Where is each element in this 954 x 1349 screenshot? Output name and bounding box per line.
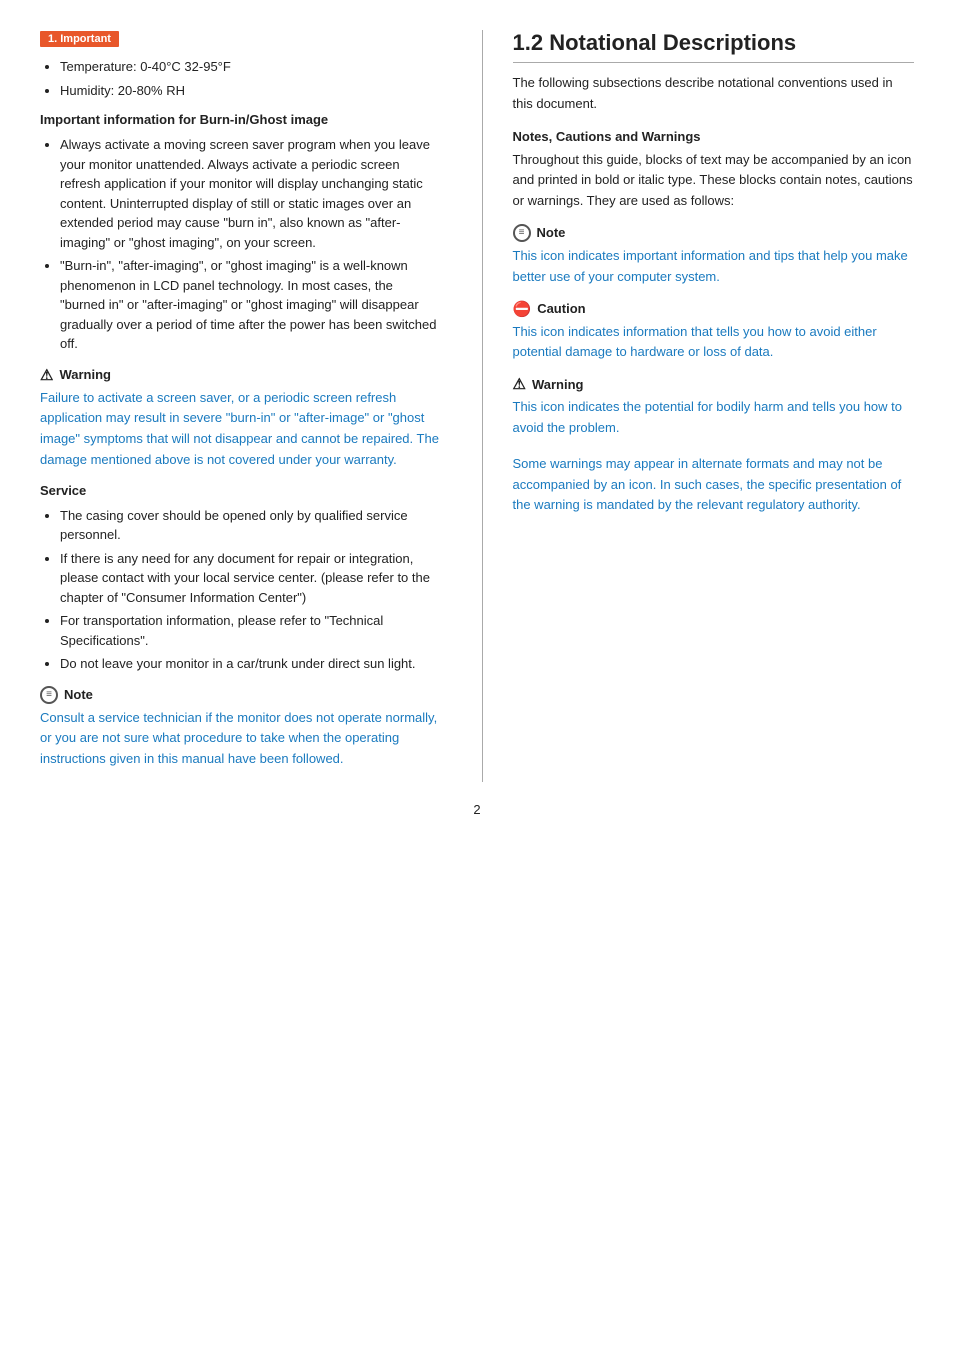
note-text-right: This icon indicates important informatio… xyxy=(513,246,915,288)
service-item-2: If there is any need for any document fo… xyxy=(60,549,442,608)
right-column: 1.2 Notational Descriptions The followin… xyxy=(482,30,915,782)
warning-title-1: ⚠ Warning xyxy=(40,366,442,384)
burn-list: Always activate a moving screen saver pr… xyxy=(40,135,442,354)
warning-text-1: Failure to activate a screen saver, or a… xyxy=(40,388,442,471)
burn-item-2: "Burn-in", "after-imaging", or "ghost im… xyxy=(60,256,442,354)
service-item-4: Do not leave your monitor in a car/trunk… xyxy=(60,654,442,674)
page-number: 2 xyxy=(40,802,914,817)
env-list: Temperature: 0-40°C 32-95°F Humidity: 20… xyxy=(40,57,442,100)
warning-icon-1: ⚠ xyxy=(40,366,53,384)
notes-cautions-intro: Throughout this guide, blocks of text ma… xyxy=(513,150,915,212)
caution-text-right: This icon indicates information that tel… xyxy=(513,322,915,364)
caution-block-right: ⛔ Caution This icon indicates informatio… xyxy=(513,300,915,364)
warning-block-1: ⚠ Warning Failure to activate a screen s… xyxy=(40,366,442,471)
section-title: 1.2 Notational Descriptions xyxy=(513,30,915,63)
section-tag: 1. Important xyxy=(40,31,119,47)
service-item-3: For transportation information, please r… xyxy=(60,611,442,650)
note-block-1: ≡ Note Consult a service technician if t… xyxy=(40,686,442,770)
note-title-1: ≡ Note xyxy=(40,686,442,704)
warning-icon-right: ⚠ xyxy=(513,375,526,393)
humidity-bullet: Humidity: 20-80% RH xyxy=(60,81,442,101)
service-list: The casing cover should be opened only b… xyxy=(40,506,442,674)
note-icon-right: ≡ xyxy=(513,224,531,242)
service-heading: Service xyxy=(40,483,442,498)
burn-item-1: Always activate a moving screen saver pr… xyxy=(60,135,442,252)
burn-heading: Important information for Burn-in/Ghost … xyxy=(40,112,442,127)
note-text-1: Consult a service technician if the moni… xyxy=(40,708,442,770)
caution-title-right: ⛔ Caution xyxy=(513,300,915,318)
note-title-right: ≡ Note xyxy=(513,224,915,242)
warning-block-right: ⚠ Warning This icon indicates the potent… xyxy=(513,375,915,516)
warning-text-right-1: This icon indicates the potential for bo… xyxy=(513,397,915,439)
left-column: 1. Important Temperature: 0-40°C 32-95°F… xyxy=(40,30,442,782)
note-block-right: ≡ Note This icon indicates important inf… xyxy=(513,224,915,288)
service-item-1: The casing cover should be opened only b… xyxy=(60,506,442,545)
temp-bullet: Temperature: 0-40°C 32-95°F xyxy=(60,57,442,77)
note-icon-1: ≡ xyxy=(40,686,58,704)
caution-icon-right: ⛔ xyxy=(513,300,532,318)
warning-title-right: ⚠ Warning xyxy=(513,375,915,393)
notes-cautions-heading: Notes, Cautions and Warnings xyxy=(513,129,915,144)
intro-text: The following subsections describe notat… xyxy=(513,73,915,115)
warning-text-right-2: Some warnings may appear in alternate fo… xyxy=(513,454,915,516)
